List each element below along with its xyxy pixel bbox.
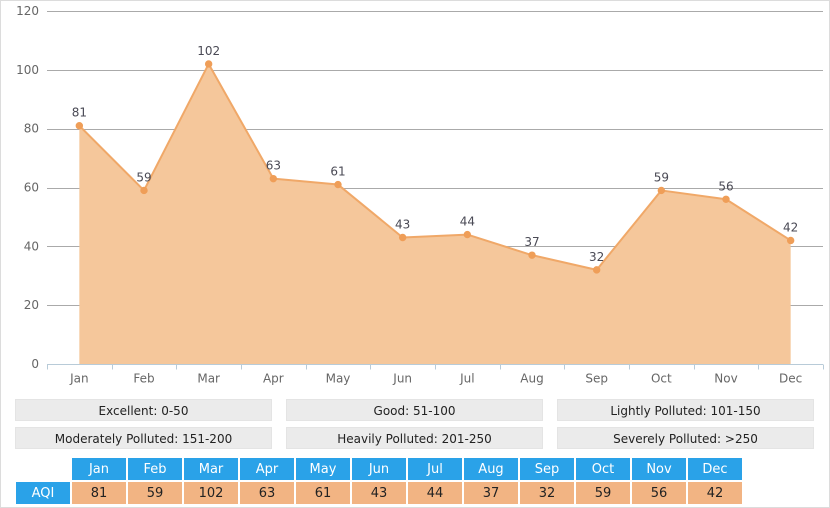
y-tick-label: 20 <box>24 298 39 312</box>
data-point-jun[interactable] <box>399 234 405 240</box>
value-label-sep: 32 <box>589 250 604 264</box>
table-col-header-jan: Jan <box>72 458 126 480</box>
x-axis-tick-labels: Jan Feb Mar Apr May Jun Jul Aug Sep Oct Nov Dec <box>69 372 802 386</box>
table-cell-jun: 43 <box>352 482 406 504</box>
table-col-header-jun: Jun <box>352 458 406 480</box>
legend-item-3[interactable]: Moderately Polluted: 151-200 <box>15 427 272 449</box>
y-axis-tick-labels: 0 20 40 60 80 100 120 <box>16 4 39 371</box>
table-col-header-feb: Feb <box>128 458 182 480</box>
x-tick-label: Dec <box>779 372 802 386</box>
y-tick-label: 40 <box>24 239 39 253</box>
table-col-header-jul: Jul <box>408 458 462 480</box>
table-cell-oct: 59 <box>576 482 630 504</box>
value-label-jan: 81 <box>72 106 87 120</box>
value-label-apr: 63 <box>266 159 281 173</box>
y-tick-label: 120 <box>16 4 39 18</box>
value-label-nov: 56 <box>718 179 733 193</box>
x-tick-label: Jan <box>69 372 89 386</box>
table-col-header-oct: Oct <box>576 458 630 480</box>
x-tick-label: Feb <box>133 372 154 386</box>
value-label-may: 61 <box>330 165 345 179</box>
table-cell-apr: 63 <box>240 482 294 504</box>
data-point-nov[interactable] <box>723 196 729 202</box>
row-header-aqi: AQI <box>16 482 70 504</box>
x-tick-label: Nov <box>714 372 737 386</box>
y-tick-label: 60 <box>24 181 39 195</box>
table-cell-aug: 37 <box>464 482 518 504</box>
aqi-chart-widget: 020406080100120 815910263614344373259564… <box>0 0 830 508</box>
table-col-header-apr: Apr <box>240 458 294 480</box>
data-point-mar[interactable] <box>205 61 211 67</box>
table-header-row: JanFebMarAprMayJunJulAugSepOctNovDec <box>16 458 742 480</box>
value-label-dec: 42 <box>783 220 798 234</box>
value-label-feb: 59 <box>136 170 151 184</box>
data-point-jul[interactable] <box>464 231 470 237</box>
aqi-category-legend: Excellent: 0-50 Good: 51-100 Lightly Pollu… <box>15 399 815 449</box>
data-point-feb[interactable] <box>141 187 147 193</box>
x-tick-label: Mar <box>197 372 220 386</box>
table-cell-jan: 81 <box>72 482 126 504</box>
data-point-oct[interactable] <box>658 187 664 193</box>
legend-item-4[interactable]: Heavily Polluted: 201-250 <box>286 427 543 449</box>
x-tick-label: Oct <box>651 372 672 386</box>
legend-item-0[interactable]: Excellent: 0-50 <box>15 399 272 421</box>
y-tick-label: 0 <box>31 357 39 371</box>
table-cell-may: 61 <box>296 482 350 504</box>
x-tick-label: Jul <box>459 372 474 386</box>
table-corner-cell <box>16 458 70 480</box>
table-col-header-dec: Dec <box>688 458 742 480</box>
y-tick-label: 100 <box>16 63 39 77</box>
table-cell-dec: 42 <box>688 482 742 504</box>
data-point-jan[interactable] <box>76 123 82 129</box>
table-cell-feb: 59 <box>128 482 182 504</box>
data-point-sep[interactable] <box>593 267 599 273</box>
value-label-jul: 44 <box>460 215 475 229</box>
table-col-header-mar: Mar <box>184 458 238 480</box>
x-tick-label: May <box>326 372 351 386</box>
table-cell-mar: 102 <box>184 482 238 504</box>
legend-item-2[interactable]: Lightly Polluted: 101-150 <box>557 399 814 421</box>
value-label-oct: 59 <box>654 170 669 184</box>
value-label-mar: 102 <box>197 44 220 58</box>
x-tick-label: Jun <box>392 372 412 386</box>
table-cell-nov: 56 <box>632 482 686 504</box>
x-tick-label: Aug <box>520 372 543 386</box>
table-cell-jul: 44 <box>408 482 462 504</box>
data-point-apr[interactable] <box>270 175 276 181</box>
aqi-data-table: JanFebMarAprMayJunJulAugSepOctNovDec AQI… <box>14 456 744 506</box>
value-label-jun: 43 <box>395 218 410 232</box>
data-point-aug[interactable] <box>529 252 535 258</box>
y-tick-label: 80 <box>24 122 39 136</box>
x-tick-label: Sep <box>585 372 608 386</box>
table-col-header-may: May <box>296 458 350 480</box>
x-tick-label: Apr <box>263 372 284 386</box>
data-point-dec[interactable] <box>787 237 793 243</box>
table-col-header-aug: Aug <box>464 458 518 480</box>
table-col-header-sep: Sep <box>520 458 574 480</box>
table-col-header-nov: Nov <box>632 458 686 480</box>
area-chart-svg: 0 20 40 60 80 100 120 81 59 102 63 61 43 44 37 32 59 56 4… <box>1 1 829 391</box>
value-label-aug: 37 <box>524 235 539 249</box>
chart-plot-area: 0 20 40 60 80 100 120 81 59 102 63 61 43 44 37 32 59 56 4… <box>1 1 829 391</box>
legend-item-1[interactable]: Good: 51-100 <box>286 399 543 421</box>
data-point-may[interactable] <box>335 181 341 187</box>
legend-item-5[interactable]: Severely Polluted: >250 <box>557 427 814 449</box>
table-value-row: AQI 8159102636143443732595642 <box>16 482 742 504</box>
x-axis-group <box>47 365 824 370</box>
table-cell-sep: 32 <box>520 482 574 504</box>
